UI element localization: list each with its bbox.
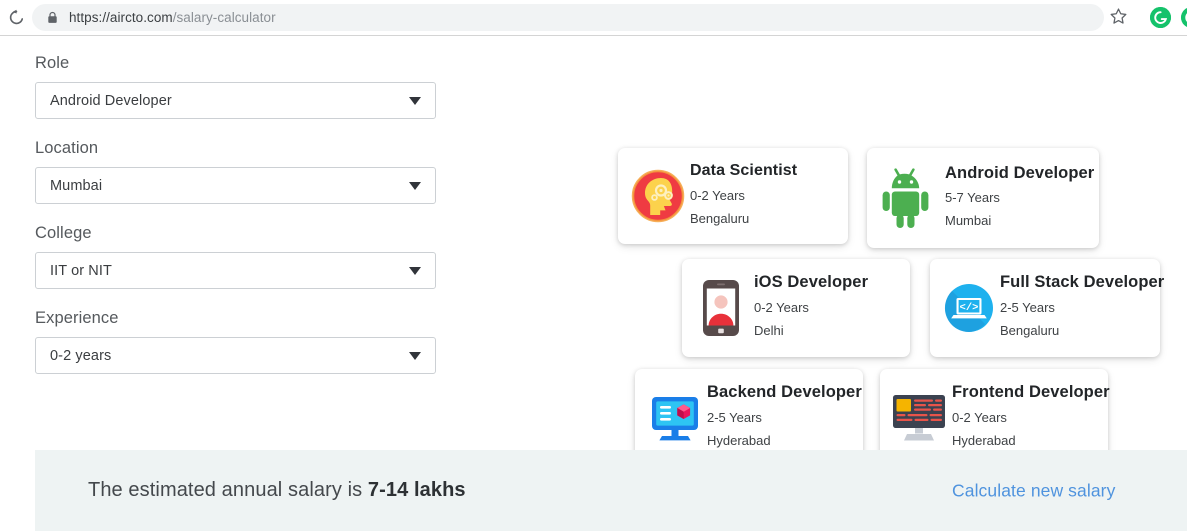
backend-monitor-cube-icon xyxy=(643,392,707,444)
calculate-new-salary-link[interactable]: Calculate new salary xyxy=(952,480,1115,501)
role-card-data-scientist[interactable]: Data Scientist 0-2 Years Bengaluru xyxy=(618,148,848,244)
field-role: Role Android Developer xyxy=(35,54,437,119)
url-text: https://aircto.com/salary-calculator xyxy=(69,10,276,25)
chevron-down-icon xyxy=(409,181,421,190)
role-card-full-stack-developer[interactable]: </> Full Stack Developer 2-5 Years Benga… xyxy=(930,259,1164,357)
url-path: /salary-calculator xyxy=(172,10,276,25)
role-card-text: Data Scientist 0-2 Years Bengaluru xyxy=(690,162,797,231)
college-select-value: IIT or NIT xyxy=(50,262,112,279)
experience-select[interactable]: 0-2 years xyxy=(35,337,436,374)
role-card-location: Mumbai xyxy=(945,212,992,228)
ios-phone-user-icon xyxy=(688,279,754,337)
field-college: College IIT or NIT xyxy=(35,224,437,289)
android-robot-icon xyxy=(873,167,945,229)
role-select[interactable]: Android Developer xyxy=(35,82,436,119)
role-card-experience: 5-7 Years xyxy=(945,189,1000,205)
college-select[interactable]: IIT or NIT xyxy=(35,252,436,289)
role-card-title: Frontend Developer xyxy=(952,383,1110,402)
field-label-experience: Experience xyxy=(35,309,119,327)
page-content: Role Android Developer Location Mumbai C… xyxy=(0,36,1187,531)
data-scientist-brain-icon xyxy=(626,168,690,224)
field-label-location: Location xyxy=(35,139,99,157)
role-card-experience: 2-5 Years xyxy=(707,410,762,426)
field-location: Location Mumbai xyxy=(35,139,437,204)
role-card-ios-developer[interactable]: iOS Developer 0-2 Years Delhi xyxy=(682,259,910,357)
full-stack-laptop-code-icon: </> xyxy=(938,283,1000,333)
experience-select-value: 0-2 years xyxy=(50,347,112,364)
salary-result-text: The estimated annual salary is 7-14 lakh… xyxy=(88,479,466,502)
role-card-experience: 0-2 Years xyxy=(690,187,745,203)
role-card-text: iOS Developer 0-2 Years Delhi xyxy=(754,273,868,343)
reload-button[interactable] xyxy=(2,4,30,32)
chevron-down-icon xyxy=(409,96,421,105)
role-card-location: Delhi xyxy=(754,323,784,338)
reload-icon xyxy=(9,9,23,25)
role-card-text: Full Stack Developer 2-5 Years Bengaluru xyxy=(1000,273,1164,343)
role-cards-collage: Data Scientist 0-2 Years Bengaluru Andro… xyxy=(610,106,1180,476)
field-label-role: Role xyxy=(35,54,70,72)
url-host: https://aircto.com xyxy=(69,10,173,25)
location-select-value: Mumbai xyxy=(50,177,103,194)
star-bookmark-icon xyxy=(1110,8,1127,24)
role-card-title: Backend Developer xyxy=(707,383,862,402)
bookmark-star-button[interactable] xyxy=(1109,7,1129,27)
role-card-experience: 2-5 Years xyxy=(1000,300,1055,316)
frontend-monitor-code-icon xyxy=(886,393,952,443)
salary-calculator-form: Role Android Developer Location Mumbai C… xyxy=(35,54,437,394)
field-label-college: College xyxy=(35,224,92,242)
role-card-title: Android Developer xyxy=(945,163,1095,182)
role-card-text: Android Developer 5-7 Years Mumbai xyxy=(945,164,1094,233)
lock-icon xyxy=(46,11,58,25)
role-card-location: Bengaluru xyxy=(690,210,750,226)
salary-amount: 7-14 lakhs xyxy=(367,479,466,501)
role-card-title: Full Stack Developer xyxy=(1000,273,1165,292)
role-card-experience: 0-2 Years xyxy=(754,300,809,316)
role-card-experience: 0-2 Years xyxy=(952,410,1007,426)
grammarly-extension-button[interactable] xyxy=(1150,7,1171,28)
location-select[interactable]: Mumbai xyxy=(35,167,436,204)
salary-result-prefix: The estimated annual salary is xyxy=(88,479,368,501)
svg-text:</>: </> xyxy=(960,302,979,314)
role-card-text: Backend Developer 2-5 Years Hyderabad xyxy=(707,383,862,453)
field-experience: Experience 0-2 years xyxy=(35,309,437,374)
role-card-text: Frontend Developer 0-2 Years Hyderabad xyxy=(952,383,1110,453)
salary-result-banner: The estimated annual salary is 7-14 lakh… xyxy=(35,450,1187,531)
chevron-down-icon xyxy=(409,266,421,275)
role-card-title: iOS Developer xyxy=(754,273,869,292)
role-card-location: Bengaluru xyxy=(1000,323,1060,338)
grammarly-extension-icon xyxy=(1150,7,1171,28)
chevron-down-icon xyxy=(409,351,421,360)
role-card-android-developer[interactable]: Android Developer 5-7 Years Mumbai xyxy=(867,148,1099,248)
role-select-value: Android Developer xyxy=(50,92,172,109)
omnibox[interactable]: https://aircto.com/salary-calculator xyxy=(32,4,1104,31)
role-card-title: Data Scientist xyxy=(690,161,798,179)
